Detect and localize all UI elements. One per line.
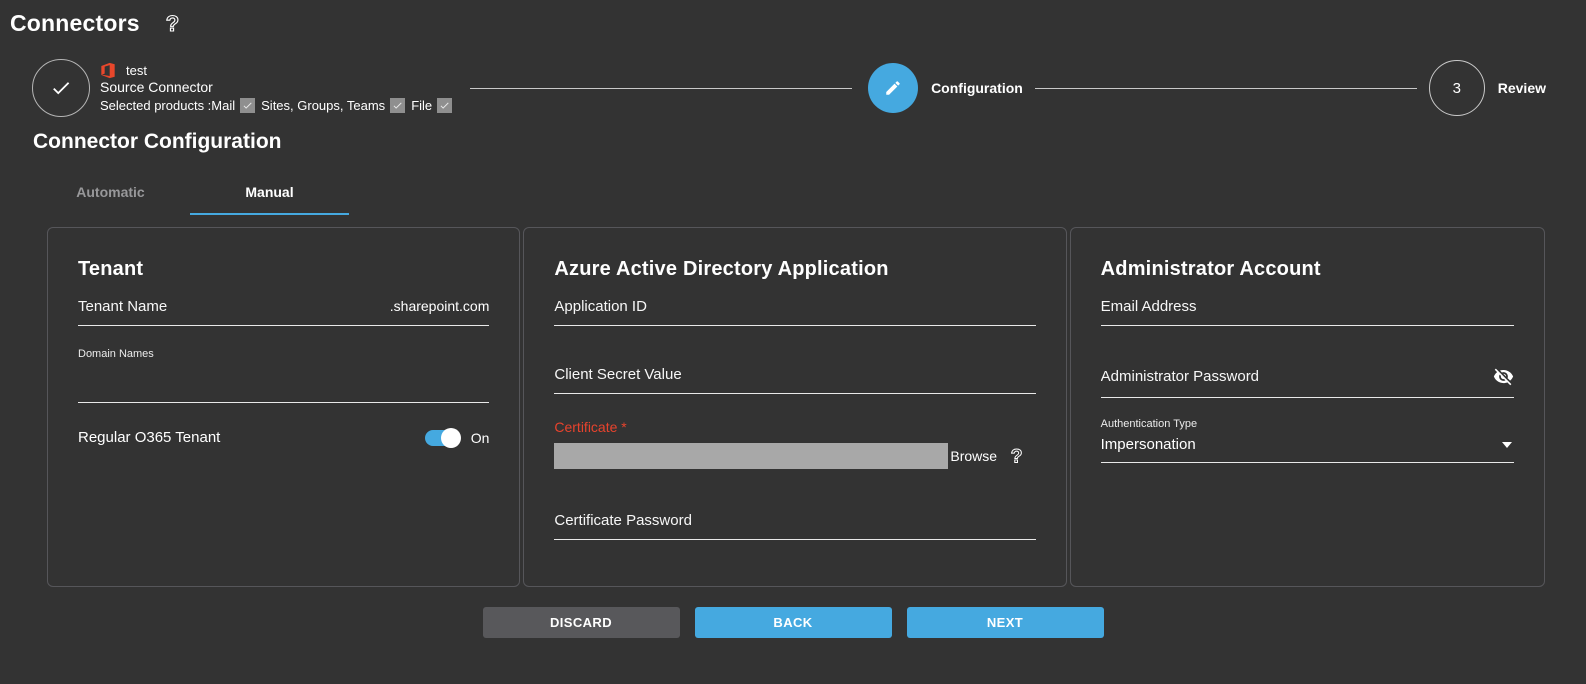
back-button[interactable]: BACK [694, 607, 892, 638]
toggle-knob [440, 427, 461, 448]
eye-off-icon [1493, 368, 1514, 386]
tenant-panel-title: Tenant [78, 258, 144, 280]
tenant-name-input[interactable] [78, 298, 390, 315]
step-active-circle[interactable] [868, 63, 919, 113]
azure-ad-panel-title: Azure Active Directory Application [554, 258, 889, 280]
azure-ad-panel: Azure Active Directory Application Certi… [523, 227, 1067, 587]
tab-manual[interactable]: Manual [190, 184, 349, 215]
domain-names-label: Domain Names [78, 348, 154, 360]
step-source-info: test Source Connector Selected products … [100, 62, 458, 114]
client-secret-input[interactable] [554, 366, 1036, 383]
tab-automatic[interactable]: Automatic [31, 184, 190, 215]
domain-names-field: Domain Names [78, 348, 490, 403]
step-configuration-label: Configuration [931, 80, 1023, 96]
office-365-icon [100, 62, 116, 79]
certificate-help-icon[interactable]: ? [1009, 445, 1024, 468]
required-asterisk: * [621, 419, 627, 435]
toggle-state-label: On [470, 429, 490, 446]
administrator-password-input[interactable] [1100, 368, 1485, 385]
footer-actions: DISCARD BACK NEXT [0, 607, 1586, 638]
section-title: Connector Configuration [33, 130, 282, 153]
selected-products-summary: Selected products : Mail Sites, Groups, Te… [100, 97, 458, 114]
tenant-name-field: .sharepoint.com [78, 298, 490, 326]
step-source-label: Source Connector [100, 79, 213, 95]
step-review-circle: 3 [1428, 60, 1485, 116]
svg-text:?: ? [1011, 445, 1023, 467]
stepper: test Source Connector Selected products … [0, 59, 1586, 117]
product-mail: Mail [211, 98, 236, 113]
application-id-input[interactable] [554, 298, 1036, 315]
config-mode-tabs: Automatic Manual [31, 184, 1586, 215]
certificate-password-field [554, 512, 1036, 540]
product-file: File [411, 98, 433, 113]
authentication-type-label: Authentication Type [1100, 418, 1198, 430]
check-icon [50, 77, 72, 99]
domain-names-input[interactable] [78, 372, 490, 392]
configuration-panels: Tenant .sharepoint.com Domain Names Regu… [47, 227, 1545, 587]
sharepoint-suffix: .sharepoint.com [389, 298, 490, 314]
administrator-panel-title: Administrator Account [1100, 258, 1321, 280]
certificate-label: Certificate * [554, 419, 627, 435]
authentication-type-select[interactable]: Impersonation [1100, 436, 1514, 463]
email-address-input[interactable] [1100, 298, 1514, 315]
regular-o365-toggle[interactable] [424, 427, 461, 448]
regular-o365-label: Regular O365 Tenant [78, 429, 221, 446]
mail-checkbox-icon [240, 98, 256, 113]
certificate-file-input[interactable] [554, 443, 949, 469]
administrator-password-field [1100, 366, 1514, 398]
regular-o365-row: Regular O365 Tenant On [78, 427, 490, 448]
next-button[interactable]: NEXT [906, 607, 1104, 638]
certificate-file-row: Browse ? [554, 443, 1035, 469]
page-title: Connectors [10, 10, 140, 36]
browse-button[interactable]: Browse [950, 448, 997, 464]
administrator-panel: Administrator Account Authentication Typ… [1069, 227, 1545, 587]
file-checkbox-icon [437, 98, 453, 113]
products-prefix: Selected products : [100, 98, 212, 113]
discard-button[interactable]: DISCARD [482, 607, 680, 638]
help-icon[interactable]: ? [164, 11, 181, 37]
connector-name: test [126, 63, 147, 78]
chevron-down-icon [1502, 441, 1512, 448]
step-source-connector: test Source Connector Selected products … [32, 59, 458, 117]
step-complete-circle[interactable] [32, 59, 90, 117]
pencil-icon [884, 79, 902, 97]
step-configuration: Configuration [864, 63, 1023, 113]
authentication-type-value: Impersonation [1100, 436, 1196, 453]
stepper-connector-line [1034, 87, 1417, 89]
password-visibility-toggle[interactable] [1493, 366, 1514, 387]
sites-groups-teams-checkbox-icon [390, 98, 406, 113]
stepper-connector-line [470, 87, 853, 89]
step-review: 3 Review [1428, 60, 1546, 116]
certificate-password-input[interactable] [554, 512, 1036, 529]
application-id-field [554, 298, 1036, 326]
step-review-label: Review [1497, 80, 1546, 96]
product-sites-groups-teams: Sites, Groups, Teams [261, 98, 386, 113]
svg-text:?: ? [166, 11, 179, 36]
tenant-panel: Tenant .sharepoint.com Domain Names Regu… [47, 227, 521, 587]
page-header: Connectors ? [0, 0, 1586, 37]
email-address-field [1100, 298, 1514, 326]
authentication-type-field: Authentication Type Impersonation [1100, 418, 1514, 463]
client-secret-field [554, 366, 1036, 394]
